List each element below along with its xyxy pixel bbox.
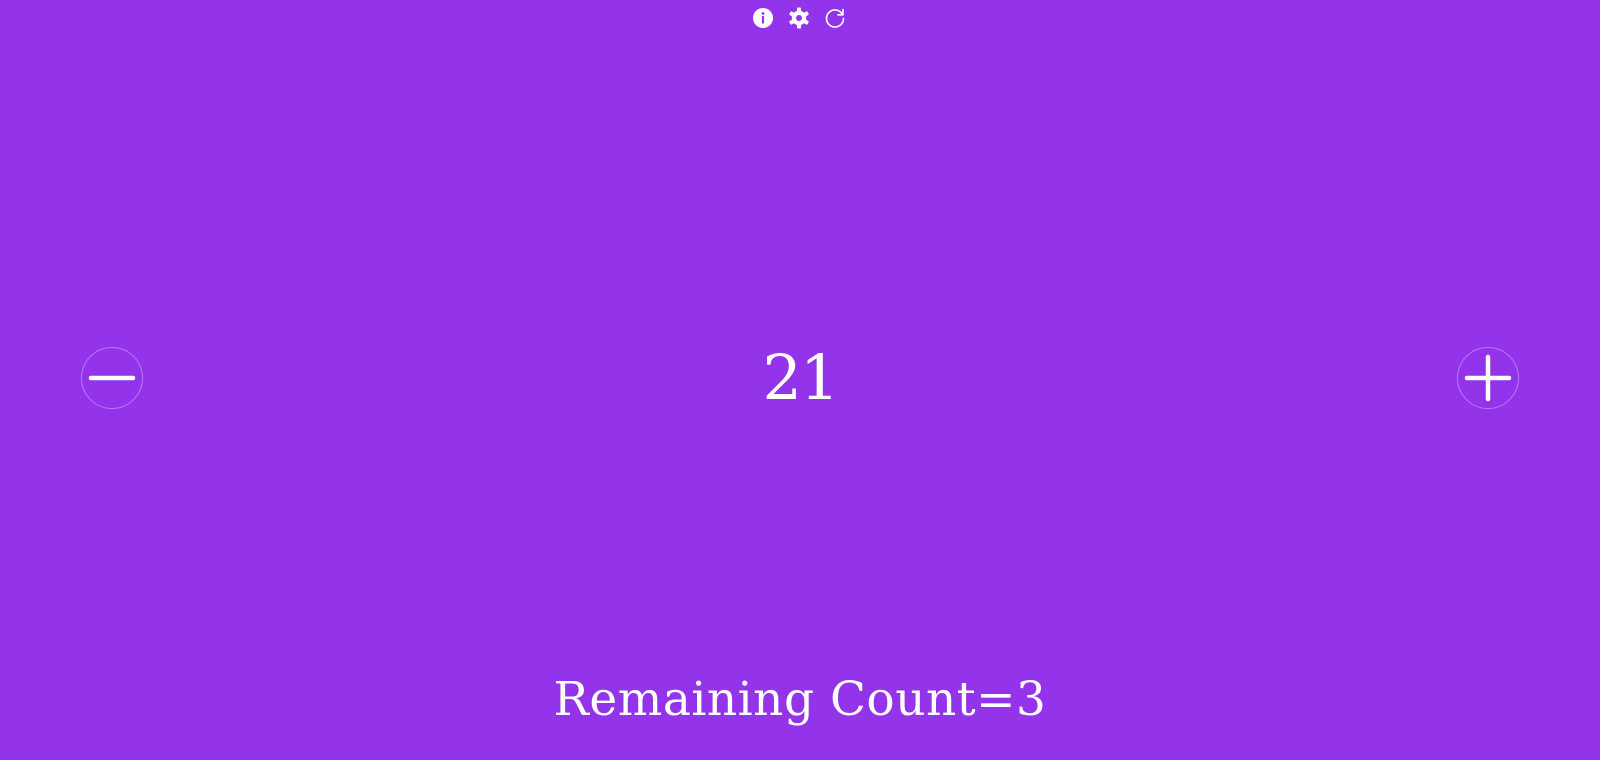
settings-button[interactable] — [787, 6, 811, 30]
reset-button[interactable] — [823, 6, 847, 30]
info-button[interactable] — [751, 6, 775, 30]
increment-button[interactable] — [1457, 347, 1519, 409]
plus-icon — [1464, 354, 1512, 402]
counter-value: 21 — [762, 341, 840, 414]
refresh-icon — [825, 8, 845, 28]
toolbar — [751, 6, 847, 30]
gear-icon — [789, 7, 809, 29]
info-icon — [753, 8, 773, 28]
remaining-count-label: Remaining Count=3 — [553, 672, 1047, 727]
